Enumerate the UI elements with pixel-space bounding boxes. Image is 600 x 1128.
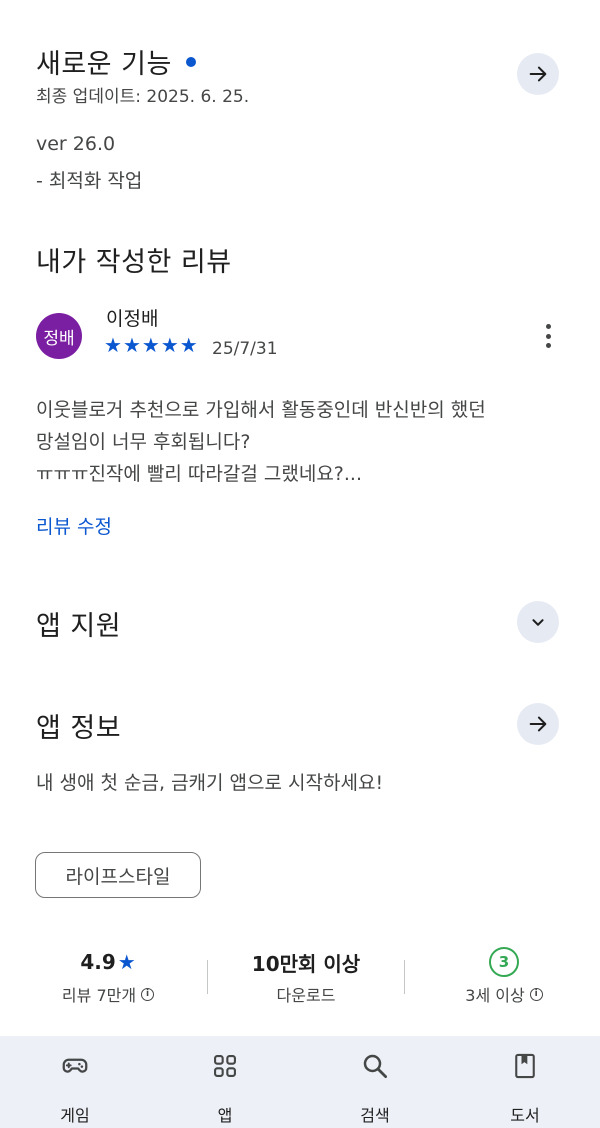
review-date: 25/7/31 (212, 339, 278, 359)
nav-item-books[interactable]: 도서 (450, 1036, 600, 1128)
age-rating-badge-icon: 3 (489, 947, 519, 977)
app-description: 내 생애 첫 순금, 금캐기 앱으로 시작하세요! (36, 772, 384, 794)
divider (207, 960, 208, 994)
new-indicator-dot (185, 56, 196, 67)
whats-new-arrow-button[interactable] (517, 53, 559, 95)
app-info-arrow-button[interactable] (517, 703, 559, 745)
rating-stat[interactable]: 4.9 ★ 리뷰 7만개 i (48, 946, 168, 1006)
nav-item-apps[interactable]: 앱 (150, 1036, 300, 1128)
review-text-line: 망설임이 너무 후회됩니다? (36, 431, 251, 453)
last-updated-date: 최종 업데이트: 2025. 6. 25. (36, 87, 250, 107)
star-icon: ★ (179, 333, 198, 357)
version-note: - 최적화 작업 (36, 170, 143, 192)
info-icon: i (141, 987, 155, 1001)
arrow-right-icon (529, 66, 547, 82)
divider (404, 960, 405, 994)
whats-new-title-text: 새로운 기능 (36, 49, 172, 80)
downloads-stat: 10만회 이상 다운로드 (236, 946, 376, 1006)
info-icon: i (529, 987, 543, 1001)
review-count: 리뷰 7만개 (61, 986, 137, 1005)
review-text: 이웃블로거 추천으로 가입해서 활동중인데 반신반의 했던 망설임이 너무 후회… (36, 394, 566, 490)
rating-value: 4.9 (80, 950, 116, 974)
star-icon: ★ (117, 950, 136, 974)
app-info-title: 앱 정보 (36, 713, 122, 744)
age-rating-label: 3세 이상 (465, 986, 525, 1005)
search-icon (359, 1050, 391, 1082)
download-count: 10만회 이상 (251, 951, 361, 976)
nav-item-games[interactable]: 게임 (0, 1036, 150, 1128)
nav-item-search[interactable]: 검색 (300, 1036, 450, 1128)
reviewer-name: 이정배 (106, 308, 159, 330)
apps-grid-icon (209, 1050, 241, 1082)
arrow-right-icon (529, 716, 547, 732)
gamepad-icon (59, 1050, 91, 1082)
more-options-icon[interactable] (538, 320, 558, 352)
nav-label: 검색 (360, 1106, 390, 1125)
edit-review-link[interactable]: 리뷰 수정 (36, 512, 112, 539)
review-text-line: ㅠㅠㅠ진작에 빨리 따라갈걸 그랬네요?... (36, 463, 363, 485)
book-icon (509, 1050, 541, 1082)
chevron-down-icon (532, 619, 544, 626)
age-rating-stat[interactable]: 3 3세 이상 i (444, 946, 564, 1006)
version-text: ver 26.0 (36, 133, 116, 155)
whats-new-title: 새로운 기능 (36, 42, 196, 81)
star-rating: ★ ★ ★ ★ ★ (104, 334, 199, 356)
star-icon: ★ (141, 333, 160, 357)
my-review-title: 내가 작성한 리뷰 (36, 247, 232, 278)
bottom-navigation: 게임 앱 검색 도서 (0, 1036, 600, 1128)
app-support-title[interactable]: 앱 지원 (36, 604, 121, 643)
star-icon: ★ (160, 333, 179, 357)
nav-label: 앱 (217, 1106, 233, 1125)
downloads-label: 다운로드 (276, 986, 336, 1005)
nav-label: 게임 (60, 1106, 90, 1125)
app-support-expand-button[interactable] (517, 601, 559, 643)
category-chip[interactable]: 라이프스타일 (35, 852, 201, 898)
star-icon: ★ (104, 333, 122, 357)
review-text-line: 이웃블로거 추천으로 가입해서 활동중인데 반신반의 했던 (36, 399, 486, 421)
avatar: 정배 (36, 313, 82, 359)
nav-label: 도서 (510, 1106, 540, 1125)
star-icon: ★ (122, 333, 141, 357)
